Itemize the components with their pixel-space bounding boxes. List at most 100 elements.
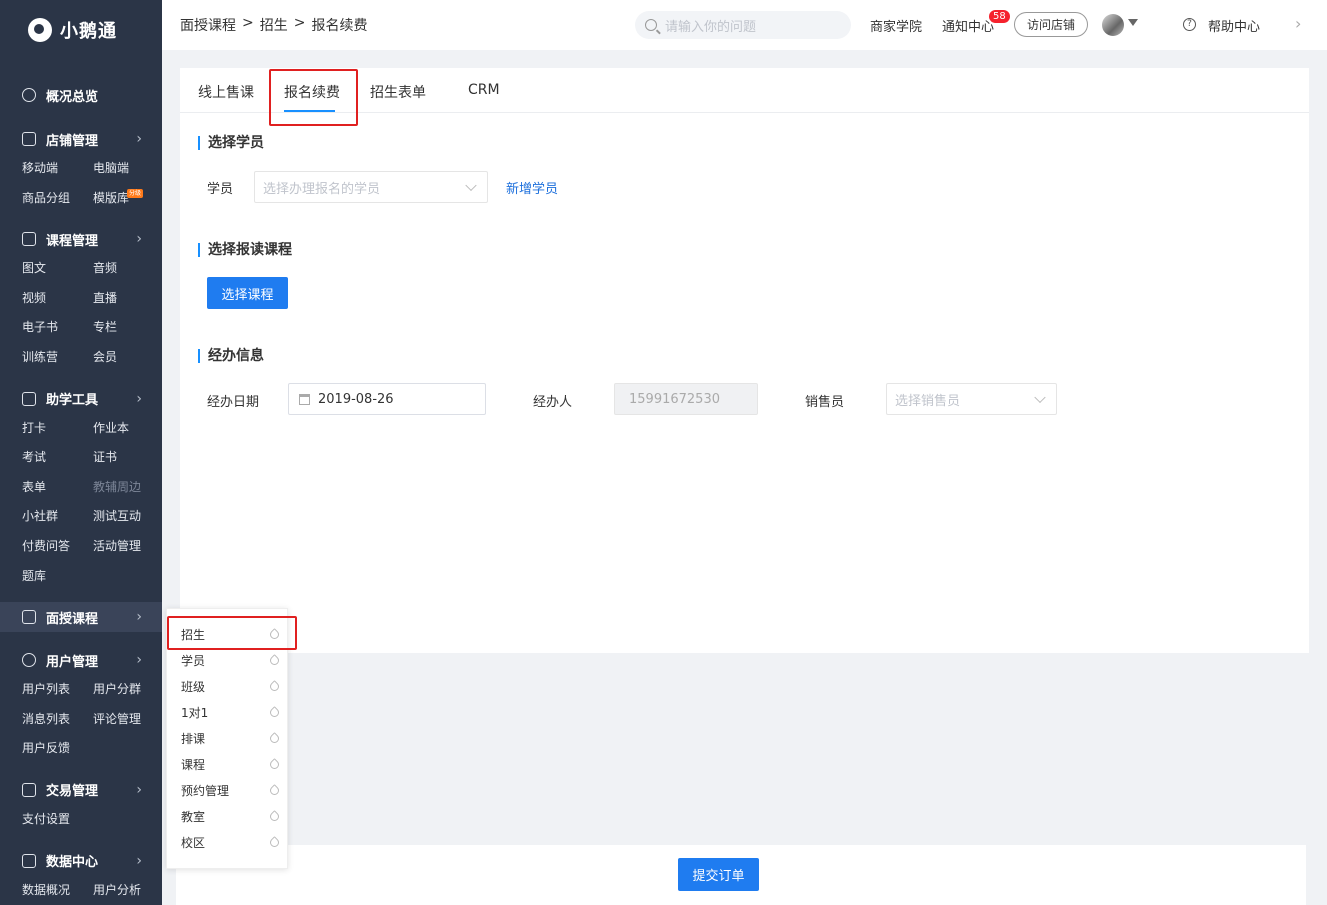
tab-enroll-form[interactable]: 招生表单 (370, 82, 426, 102)
sidebar-item-camp[interactable]: 训练营 (22, 343, 93, 373)
sidebar-item-product-group[interactable]: 商品分组 (22, 184, 93, 214)
breadcrumb: 面授课程 > 招生 > 报名续费 (162, 15, 367, 35)
pin-icon[interactable] (268, 679, 281, 693)
caret-down-icon[interactable] (1128, 19, 1138, 26)
handle-date-input[interactable]: 2019-08-26 (288, 383, 486, 415)
help-center-link[interactable]: 帮助中心 (1208, 16, 1260, 35)
sidebar-item-text[interactable]: 图文 (22, 254, 93, 284)
notification-count-badge: 58 (989, 10, 1010, 23)
logo[interactable]: 小鹅通 (0, 0, 162, 60)
handle-date-value: 2019-08-26 (318, 391, 394, 407)
breadcrumb-item-enroll[interactable]: 招生 (260, 15, 288, 35)
sidebar-item-exam[interactable]: 考试 (22, 443, 93, 473)
calendar-icon (299, 393, 310, 405)
nav-offline-course[interactable]: 面授课程 › (0, 602, 162, 633)
pin-icon[interactable] (268, 705, 281, 719)
handler-input: 15991672530 (614, 383, 758, 415)
sidebar-item-paid-qa[interactable]: 付费问答 (22, 532, 93, 562)
logo-icon (28, 18, 52, 42)
sidebar-item-live[interactable]: 直播 (93, 284, 162, 314)
submenu-item-classroom[interactable]: 教室 (181, 803, 281, 829)
sidebar-item-materials[interactable]: 教辅周边 (93, 473, 162, 503)
submenu-item-label: 班级 (181, 679, 206, 694)
sidebar-item-mobile[interactable]: 移动端 (22, 154, 93, 184)
handler-label: 经办人 (533, 395, 573, 410)
chevron-right-icon: › (136, 781, 142, 798)
nav-user-management[interactable]: 用户管理 › (0, 645, 162, 675)
sidebar-item-data-overview[interactable]: 数据概况 (22, 876, 93, 905)
submenu-item-courses[interactable]: 课程 (181, 751, 281, 777)
pin-icon[interactable] (268, 731, 281, 745)
sidebar-item-audio[interactable]: 音频 (93, 254, 162, 284)
pin-icon[interactable] (268, 653, 281, 667)
chevron-right-icon[interactable]: › (1295, 14, 1301, 33)
chevron-right-icon: › (136, 852, 142, 869)
notification-center-link[interactable]: 通知中心 (942, 16, 994, 35)
sidebar-item-message-list[interactable]: 消息列表 (22, 705, 93, 735)
student-select[interactable]: 选择办理报名的学员 (254, 171, 488, 203)
sidebar-item-pc[interactable]: 电脑端 (93, 154, 162, 184)
visit-store-button[interactable]: 访问店铺 (1014, 12, 1088, 37)
merchant-academy-link[interactable]: 商家学院 (870, 16, 922, 35)
search-icon (645, 19, 657, 31)
nav-data-center[interactable]: 数据中心 › (0, 846, 162, 876)
bottom-action-bar: 提交订单 (176, 845, 1306, 905)
sidebar-item-quiz[interactable]: 测试互动 (93, 502, 162, 532)
sidebar-item-template-label: 模版库 (93, 190, 130, 205)
sidebar-item-comments[interactable]: 评论管理 (93, 705, 162, 735)
nav-course-label: 课程管理 (46, 233, 99, 249)
sales-label: 销售员 (805, 395, 845, 410)
nav-learning-tools[interactable]: 助学工具 › (0, 384, 162, 414)
add-student-link[interactable]: 新增学员 (506, 178, 558, 197)
sidebar-item-member[interactable]: 会员 (93, 343, 162, 373)
submenu-item-booking[interactable]: 预约管理 (181, 777, 281, 803)
nav-trade-management[interactable]: 交易管理 › (0, 775, 162, 805)
sidebar-item-template[interactable]: 模版库 分级 (93, 184, 162, 214)
breadcrumb-item-offline[interactable]: 面授课程 (180, 15, 236, 35)
sidebar-item-user-analysis[interactable]: 用户分析 (93, 876, 162, 905)
sidebar-item-ebook[interactable]: 电子书 (22, 313, 93, 343)
nav-store-management[interactable]: 店铺管理 › (0, 124, 162, 154)
submenu-item-schedule[interactable]: 排课 (181, 725, 281, 751)
help-icon: ? (1183, 18, 1196, 31)
sidebar-item-certificate[interactable]: 证书 (93, 443, 162, 473)
new-badge: 分级 (127, 188, 144, 198)
sidebar-item-community[interactable]: 小社群 (22, 502, 93, 532)
chevron-right-icon: › (136, 609, 142, 626)
classroom-icon (22, 610, 36, 625)
section-title-handler: 经办信息 (198, 349, 264, 363)
sidebar-item-form[interactable]: 表单 (22, 473, 93, 503)
submenu-item-students[interactable]: 学员 (181, 647, 281, 673)
section-title-course: 选择报读课程 (198, 243, 292, 257)
avatar[interactable] (1102, 14, 1124, 36)
sidebar-item-payment-settings[interactable]: 支付设置 (22, 805, 93, 835)
pin-icon[interactable] (268, 757, 281, 771)
search-input[interactable]: 请输入你的问题 (635, 11, 851, 39)
tab-online-sales[interactable]: 线上售课 (198, 82, 254, 102)
sidebar-item-homework[interactable]: 作业本 (93, 414, 162, 444)
sidebar-item-column[interactable]: 专栏 (93, 313, 162, 343)
submenu-item-classes[interactable]: 班级 (181, 673, 281, 699)
sales-select[interactable]: 选择销售员 (886, 383, 1057, 415)
submit-order-button[interactable]: 提交订单 (678, 858, 759, 891)
choose-course-button[interactable]: 选择课程 (207, 277, 288, 309)
sidebar-item-video[interactable]: 视频 (22, 284, 93, 314)
pin-icon[interactable] (268, 783, 281, 797)
sidebar-item-question-bank[interactable]: 题库 (22, 562, 93, 592)
pie-chart-icon (22, 88, 36, 102)
pin-icon[interactable] (268, 835, 281, 849)
pin-icon[interactable] (268, 809, 281, 823)
sidebar-item-checkin[interactable]: 打卡 (22, 414, 93, 444)
sidebar-item-feedback[interactable]: 用户反馈 (22, 734, 93, 764)
submenu-item-label: 预约管理 (181, 783, 230, 798)
sidebar-item-user-segment[interactable]: 用户分群 (93, 675, 162, 705)
tab-crm[interactable]: CRM (468, 82, 500, 98)
nav-overview[interactable]: 概况总览 (0, 80, 162, 110)
submenu-item-campus[interactable]: 校区 (181, 829, 281, 855)
breadcrumb-separator: > (293, 15, 306, 31)
sidebar-item-user-list[interactable]: 用户列表 (22, 675, 93, 705)
sidebar-item-activity[interactable]: 活动管理 (93, 532, 162, 562)
submenu-item-one-on-one[interactable]: 1对1 (181, 699, 281, 725)
nav-course-management[interactable]: 课程管理 › (0, 224, 162, 254)
search-placeholder: 请输入你的问题 (665, 19, 757, 35)
